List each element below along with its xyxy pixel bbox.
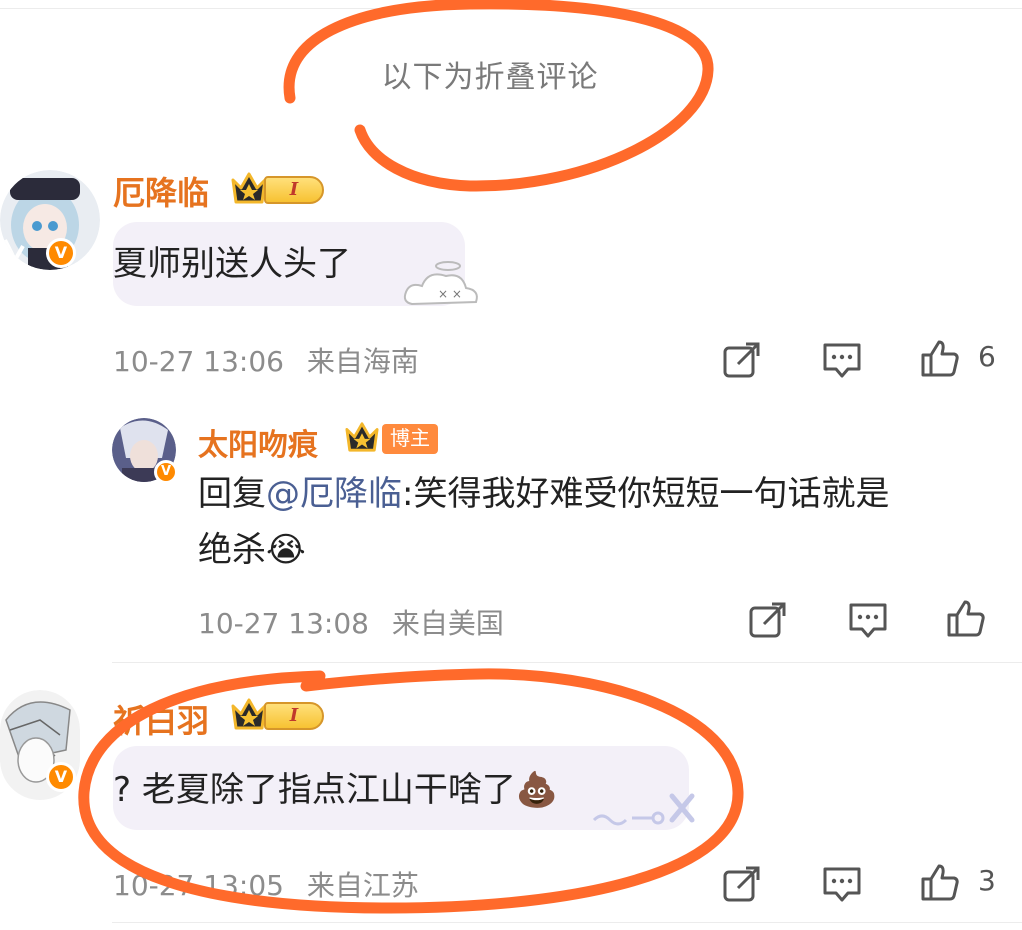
- avatar[interactable]: V: [0, 170, 100, 270]
- comment-time: 10-27 13:05: [113, 869, 284, 902]
- blogger-badge: 博主: [382, 424, 438, 454]
- comment-icon[interactable]: [848, 600, 888, 640]
- comment-time: 10-27 13:08: [198, 607, 369, 640]
- annotation-circle-top: [283, 0, 714, 192]
- mention-link[interactable]: @厄降临: [266, 474, 402, 514]
- thumbs-up-icon[interactable]: [920, 338, 960, 378]
- comment-time: 10-27 13:06: [113, 345, 284, 378]
- svg-text:× ×: × ×: [438, 287, 462, 301]
- reply-text-line2: 绝杀: [198, 530, 266, 570]
- comment-divider: [112, 922, 1022, 923]
- reply-prefix: 回复: [198, 474, 266, 514]
- comment-location: 来自江苏: [306, 869, 419, 902]
- avatar[interactable]: V: [0, 690, 80, 800]
- poop-emoji: 💩: [515, 770, 559, 810]
- comment-divider: [112, 662, 1022, 663]
- reply-text: 回复@厄降临:笑得我好难受你短短一句话就是 绝杀😭: [198, 466, 998, 578]
- avatar[interactable]: V: [112, 418, 178, 484]
- username[interactable]: 太阳吻痕: [198, 420, 318, 464]
- username[interactable]: 厄降临: [113, 168, 209, 214]
- share-icon[interactable]: [722, 340, 762, 380]
- like-count: 3: [978, 864, 996, 897]
- bubble-decoration-icon: [592, 793, 695, 826]
- comment-icon[interactable]: [822, 864, 862, 904]
- comment-location: 来自海南: [306, 345, 419, 378]
- verified-icon: V: [46, 238, 76, 268]
- comment-meta: 10-27 13:06 来自海南: [113, 340, 419, 380]
- crying-emoji: 😭: [266, 530, 306, 570]
- crown-icon: [345, 422, 379, 452]
- comment-text: ? 老夏除了指点江山干啥了💩: [113, 762, 558, 811]
- level-badge: I: [264, 702, 324, 730]
- folded-comments-label: 以下为折叠评论: [381, 60, 599, 95]
- crown-icon: [231, 172, 267, 204]
- crown-icon: [231, 698, 267, 730]
- reply-text-line1: :笑得我好难受你短短一句话就是: [402, 474, 890, 514]
- comment-meta: 10-27 13:08 来自美国: [198, 602, 504, 642]
- username[interactable]: 祈白羽: [113, 696, 209, 742]
- comment-text-body: ? 老夏除了指点江山干啥了: [113, 770, 516, 810]
- share-icon[interactable]: [748, 600, 788, 640]
- comment-meta: 10-27 13:05 来自江苏: [113, 864, 419, 904]
- verified-icon: V: [154, 460, 178, 484]
- bubble-decoration-icon: × ×: [403, 261, 478, 306]
- comment-text: 夏师别送人头了: [113, 244, 351, 284]
- thumbs-up-icon[interactable]: [946, 598, 986, 638]
- comment-icon[interactable]: [822, 340, 862, 380]
- top-divider: [0, 8, 1022, 9]
- thumbs-up-icon[interactable]: [920, 862, 960, 902]
- verified-icon: V: [46, 762, 76, 792]
- comment-location: 来自美国: [391, 607, 504, 640]
- level-badge: I: [264, 176, 324, 204]
- share-icon[interactable]: [722, 864, 762, 904]
- like-count: 6: [978, 340, 996, 373]
